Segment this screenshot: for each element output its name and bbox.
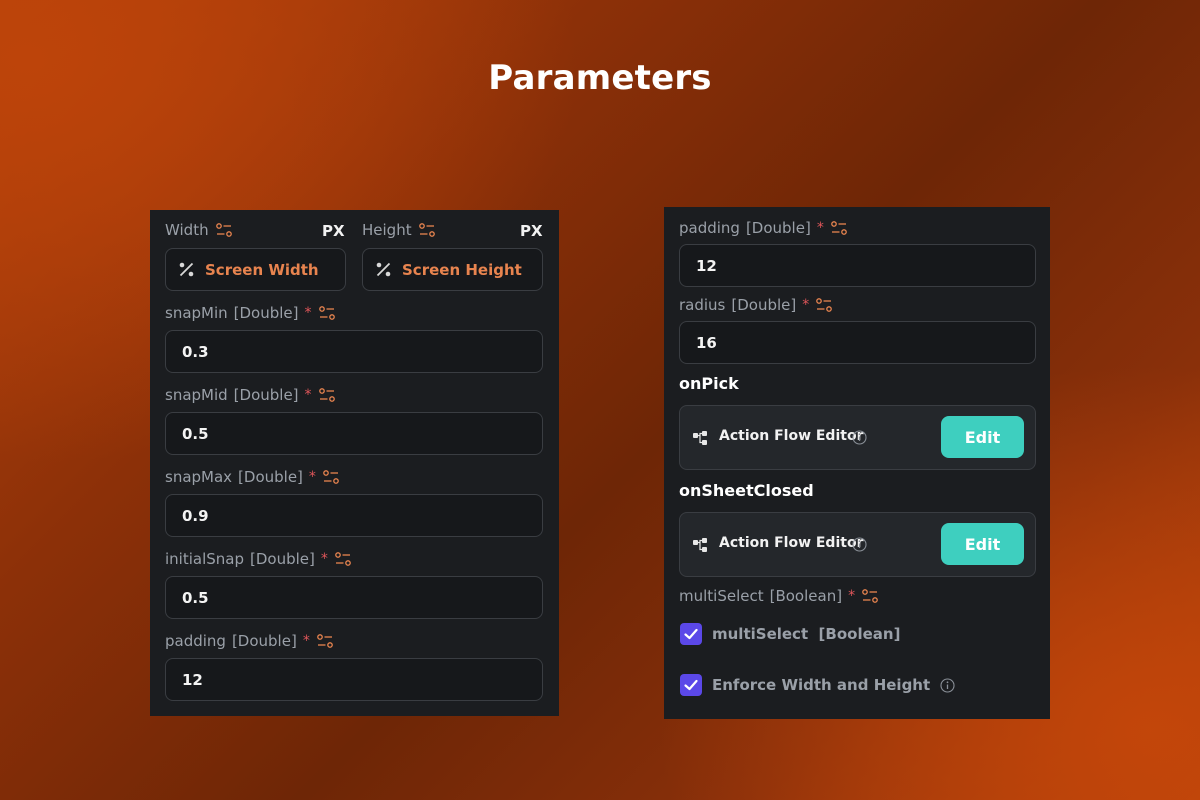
required-marker: * xyxy=(304,305,312,321)
snapmid-input[interactable]: 0.5 xyxy=(165,412,543,455)
padding-input[interactable]: 12 xyxy=(679,244,1036,287)
required-marker: * xyxy=(848,588,856,604)
page-title: Parameters xyxy=(488,58,712,98)
height-label-row: Height xyxy=(362,221,436,239)
initialsnap-input[interactable]: 0.5 xyxy=(165,576,543,619)
snapmax-input[interactable]: 0.9 xyxy=(165,494,543,537)
action-flow-editor-label: Action Flow Editor xyxy=(719,535,864,551)
param-name: multiSelect xyxy=(679,587,764,605)
multiselect-checkbox[interactable] xyxy=(680,623,702,645)
action-flow-box-onsheetclosed: Action Flow Editor Edit xyxy=(679,512,1036,577)
section-title-onsheetclosed: onSheetClosed xyxy=(679,481,814,500)
multiselect-checkbox-row[interactable]: multiSelect [Boolean] xyxy=(680,623,900,645)
required-marker: * xyxy=(802,297,810,313)
param-label-radius: radius [Double] * xyxy=(679,296,833,314)
tune-sliders-icon[interactable] xyxy=(316,632,334,650)
multiselect-checkbox-label: multiSelect [Boolean] xyxy=(712,625,901,643)
action-flow-icon xyxy=(693,538,707,552)
action-flow-icon xyxy=(693,431,707,445)
required-marker: * xyxy=(304,387,312,403)
param-label-padding: padding [Double] * xyxy=(165,632,334,650)
enforce-size-checkbox[interactable] xyxy=(680,674,702,696)
action-flow-editor-label: Action Flow Editor xyxy=(719,428,864,444)
param-type: [Double] xyxy=(231,632,297,650)
tune-sliders-icon[interactable] xyxy=(861,587,879,605)
param-type: [Double] xyxy=(250,550,315,568)
param-type: [Double] xyxy=(731,296,797,314)
param-type: [Double] xyxy=(233,304,299,322)
info-icon[interactable] xyxy=(852,537,867,552)
radius-input[interactable]: 16 xyxy=(679,321,1036,364)
section-title-onpick: onPick xyxy=(679,374,739,393)
height-unit-toggle[interactable]: PX xyxy=(520,222,543,240)
param-type: [Double] xyxy=(745,219,811,237)
required-marker: * xyxy=(308,469,316,485)
width-label: Width xyxy=(165,221,209,239)
required-marker: * xyxy=(302,633,310,649)
edit-button-onpick[interactable]: Edit xyxy=(941,416,1024,458)
param-label-padding: padding [Double] * xyxy=(679,219,848,237)
param-type: [Double] xyxy=(238,468,303,486)
tune-sliders-icon[interactable] xyxy=(334,550,352,568)
height-label: Height xyxy=(362,221,412,239)
param-name: padding xyxy=(165,632,226,650)
param-name: snapMax xyxy=(165,468,233,486)
param-label-snapmax: snapMax [Double] * xyxy=(165,468,340,486)
width-value-button[interactable]: Screen Width xyxy=(165,248,346,291)
width-label-row: Width xyxy=(165,221,233,239)
info-icon[interactable] xyxy=(940,677,955,693)
tune-sliders-icon[interactable] xyxy=(215,221,233,239)
required-marker: * xyxy=(320,551,328,567)
action-flow-box-onpick: Action Flow Editor Edit xyxy=(679,405,1036,470)
left-properties-panel: Width PX Height PX Screen Width Screen H… xyxy=(150,210,559,716)
right-properties-panel: padding [Double] * 12 radius [Double] * … xyxy=(664,207,1050,719)
tune-sliders-icon[interactable] xyxy=(318,386,336,404)
width-value-label: Screen Width xyxy=(205,260,319,279)
tune-sliders-icon[interactable] xyxy=(322,468,340,486)
param-label-snapmid: snapMid [Double] * xyxy=(165,386,336,404)
tune-sliders-icon[interactable] xyxy=(830,219,848,237)
checkmark-icon xyxy=(684,679,698,691)
info-icon[interactable] xyxy=(852,430,867,445)
padding-input[interactable]: 12 xyxy=(165,658,543,701)
snapmin-input[interactable]: 0.3 xyxy=(165,330,543,373)
param-type: [Double] xyxy=(233,386,299,404)
param-label-snapmin: snapMin [Double] * xyxy=(165,304,336,322)
checkmark-icon xyxy=(684,628,698,640)
enforce-size-checkbox-row[interactable]: Enforce Width and Height xyxy=(680,674,955,696)
param-name: radius xyxy=(679,296,726,314)
edit-button-onsheetclosed[interactable]: Edit xyxy=(941,523,1024,565)
height-value-button[interactable]: Screen Height xyxy=(362,248,543,291)
param-name: initialSnap xyxy=(165,550,244,568)
height-value-label: Screen Height xyxy=(402,260,522,279)
param-name: snapMid xyxy=(165,386,228,404)
tune-sliders-icon[interactable] xyxy=(318,304,336,322)
width-unit-toggle[interactable]: PX xyxy=(322,222,345,240)
param-name: padding xyxy=(679,219,740,237)
param-name: snapMin xyxy=(165,304,228,322)
param-label-multiselect: multiSelect [Boolean] * xyxy=(679,587,879,605)
required-marker: * xyxy=(816,220,824,236)
tune-sliders-icon[interactable] xyxy=(418,221,436,239)
percent-icon xyxy=(179,262,194,277)
param-label-initialsnap: initialSnap [Double] * xyxy=(165,550,352,568)
tune-sliders-icon[interactable] xyxy=(815,296,833,314)
percent-icon xyxy=(376,262,391,277)
enforce-size-checkbox-label: Enforce Width and Height xyxy=(712,676,931,694)
param-type: [Boolean] xyxy=(769,587,843,605)
